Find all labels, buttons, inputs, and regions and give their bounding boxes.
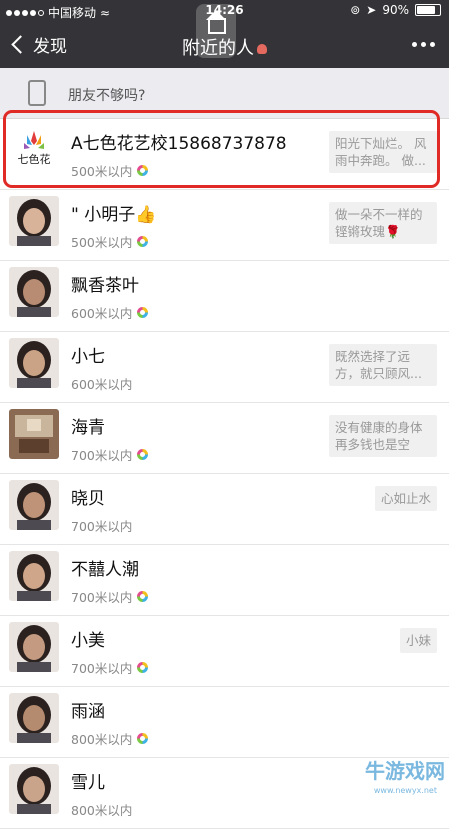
nearby-people-list: 七色花 A七色花艺校15868737878 500米以内 阳光下灿烂。 风雨中奔跑。 … xyxy=(0,119,449,829)
more-options-button[interactable] xyxy=(412,42,435,47)
watermark-logo: 牛游戏网 xyxy=(365,759,445,783)
moments-icon xyxy=(137,733,149,744)
moments-icon xyxy=(137,449,149,460)
top-bar: 中国移动 ≈ 14:26 ⊚ ➤ 90% 发现 附近的人 xyxy=(0,0,449,68)
signature: 做一朵不一样的铿锵玫瑰🌹 xyxy=(329,202,437,244)
person-name: 不囍人潮 xyxy=(71,560,139,580)
signature: 心如止水 xyxy=(374,486,437,511)
avatar xyxy=(9,196,59,246)
avatar xyxy=(9,622,59,672)
distance: 500米以内 xyxy=(71,232,149,251)
avatar xyxy=(9,551,59,601)
moments-icon xyxy=(137,236,149,247)
person-name: 小七 xyxy=(71,347,105,367)
person-row[interactable]: " 小明子👍 500米以内 做一朵不一样的铿锵玫瑰🌹 xyxy=(0,190,449,261)
distance-text: 600米以内 xyxy=(71,377,133,392)
distance-text: 500米以内 xyxy=(71,164,133,179)
distance-text: 500米以内 xyxy=(71,235,133,250)
person-row[interactable]: 小七 600米以内 既然选择了远方，就只顾风... xyxy=(0,332,449,403)
signature: 既然选择了远方，就只顾风... xyxy=(329,344,437,386)
battery-percent: 90% xyxy=(382,3,409,17)
moments-icon xyxy=(137,165,149,176)
person-name: " 小明子👍 xyxy=(71,205,157,225)
page-title: 附近的人 xyxy=(0,34,449,60)
location-icon: ➤ xyxy=(366,3,377,17)
person-row[interactable]: 小美 700米以内 小妹 xyxy=(0,616,449,687)
orientation-lock-icon: ⊚ xyxy=(350,3,361,17)
person-name: 小美 xyxy=(71,631,105,651)
avatar: 七色花 xyxy=(9,125,59,175)
person-row[interactable]: 雨涵 800米以内 xyxy=(0,687,449,758)
distance: 700米以内 xyxy=(71,658,149,677)
person-name: 晓贝 xyxy=(71,489,105,509)
person-row[interactable]: 七色花 A七色花艺校15868737878 500米以内 阳光下灿烂。 风雨中奔跑。 … xyxy=(0,119,449,190)
distance-text: 800米以内 xyxy=(71,803,133,818)
distance: 800米以内 xyxy=(71,800,132,819)
signature: 没有健康的身体再多钱也是空 xyxy=(329,415,437,457)
distance: 700米以内 xyxy=(71,516,132,535)
distance-text: 800米以内 xyxy=(71,732,133,747)
moments-icon xyxy=(137,307,149,318)
avatar xyxy=(9,409,59,459)
person-name: 雪儿 xyxy=(71,773,105,793)
phone-icon xyxy=(28,80,46,106)
distance-text: 700米以内 xyxy=(71,519,133,534)
battery-icon xyxy=(415,4,441,16)
person-name: 飘香茶叶 xyxy=(71,276,139,296)
person-row[interactable]: 晓贝 700米以内 心如止水 xyxy=(0,474,449,545)
person-row[interactable]: 不囍人潮 700米以内 xyxy=(0,545,449,616)
more-friends-banner[interactable]: 朋友不够吗? xyxy=(0,68,449,119)
svg-text:七色花: 七色花 xyxy=(18,152,51,166)
person-row[interactable]: 海青 700米以内 没有健康的身体再多钱也是空 xyxy=(0,403,449,474)
moments-icon xyxy=(137,591,149,602)
moments-icon xyxy=(137,662,149,673)
avatar xyxy=(9,693,59,743)
avatar xyxy=(9,338,59,388)
person-icon xyxy=(257,44,267,54)
distance: 600米以内 xyxy=(71,374,132,393)
more-dots-icon xyxy=(412,42,417,47)
signature: 小妹 xyxy=(399,628,437,653)
distance: 500米以内 xyxy=(71,161,149,180)
distance-text: 700米以内 xyxy=(71,590,133,605)
person-name: 雨涵 xyxy=(71,702,105,722)
distance-text: 700米以内 xyxy=(71,448,133,463)
distance: 700米以内 xyxy=(71,445,149,464)
person-name: 海青 xyxy=(71,418,105,438)
banner-text: 朋友不够吗? xyxy=(68,88,146,104)
distance: 600米以内 xyxy=(71,303,149,322)
distance-text: 600米以内 xyxy=(71,306,133,321)
distance: 700米以内 xyxy=(71,587,149,606)
avatar xyxy=(9,267,59,317)
avatar xyxy=(9,480,59,530)
navigation-bar: 发现 附近的人 xyxy=(0,22,449,68)
signature: 阳光下灿烂。 风雨中奔跑。 做... xyxy=(329,131,437,173)
distance: 800米以内 xyxy=(71,729,149,748)
watermark-url: www.newyx.net xyxy=(373,786,437,795)
person-name: A七色花艺校15868737878 xyxy=(71,134,287,154)
distance-text: 700米以内 xyxy=(71,661,133,676)
avatar xyxy=(9,764,59,814)
person-row[interactable]: 飘香茶叶 600米以内 xyxy=(0,261,449,332)
